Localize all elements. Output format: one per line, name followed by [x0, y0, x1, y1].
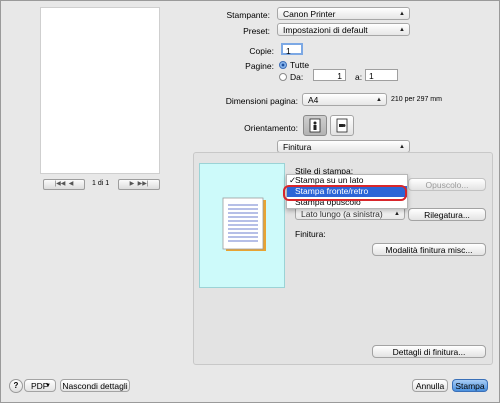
updown-arrows-icon: ▲: [399, 27, 405, 33]
finishing-mode-button[interactable]: Modalità finitura misc...: [372, 243, 486, 256]
updown-arrows-icon: ▲: [376, 97, 382, 103]
orientation-label: Orientamento:: [244, 123, 298, 133]
binding-value: Lato lungo (a sinistra): [301, 209, 383, 219]
printer-label: Stampante:: [226, 10, 270, 20]
print-button[interactable]: Stampa: [452, 379, 488, 392]
panel-value: Finitura: [283, 142, 312, 152]
copies-input[interactable]: 1: [281, 43, 303, 56]
binding-button[interactable]: Rilegatura...: [408, 208, 486, 221]
pages-all-label: Tutte: [290, 60, 310, 70]
chevron-down-icon: ▼: [45, 383, 51, 389]
pages-to-input[interactable]: 1: [365, 69, 398, 81]
landscape-icon: [336, 118, 348, 133]
paper-size-value: A4: [308, 95, 319, 105]
portrait-button[interactable]: [303, 115, 327, 136]
pages-label: Pagine:: [245, 61, 274, 71]
cancel-button[interactable]: Annulla: [412, 379, 448, 392]
updown-arrows-icon: ▲: [399, 11, 405, 17]
booklet-button[interactable]: Opuscolo...: [408, 178, 486, 191]
pages-to-label: a:: [355, 72, 363, 82]
portrait-icon: [309, 118, 321, 133]
pages-from-input[interactable]: 1: [313, 69, 346, 81]
document-stack-icon: [222, 197, 266, 251]
finishing-details-button[interactable]: Dettagli di finitura...: [372, 345, 486, 358]
first-previous-page-button[interactable]: |◀◀ ◀: [43, 179, 85, 190]
help-button[interactable]: ?: [9, 379, 23, 393]
landscape-button[interactable]: [330, 115, 354, 136]
page-indicator: 1 di 1: [92, 180, 110, 187]
paper-size-label: Dimensioni pagina:: [225, 96, 298, 106]
updown-arrows-icon: ▲: [394, 211, 400, 217]
page-preview: [40, 7, 160, 174]
menu-item-label: Stampa su un lato: [295, 175, 364, 185]
printer-select[interactable]: Canon Printer ▲: [277, 7, 410, 20]
hide-details-button[interactable]: Nascondi dettagli: [60, 379, 130, 392]
pdf-button[interactable]: PDF ▼: [24, 379, 56, 392]
next-last-page-button[interactable]: ▶ ▶▶|: [118, 179, 160, 190]
printer-value: Canon Printer: [283, 9, 336, 19]
preset-label: Preset:: [243, 26, 270, 36]
highlight-ring: [283, 185, 407, 201]
copies-label: Copie:: [249, 46, 274, 56]
pages-from-label: Da:: [290, 72, 304, 82]
finishing-label: Finitura:: [295, 229, 326, 239]
paper-size-select[interactable]: A4 ▲: [302, 93, 387, 106]
preset-value: Impostazioni di default: [283, 25, 368, 35]
paper-size-dimensions: 210 per 297 mm: [391, 96, 442, 103]
pages-all-radio[interactable]: [279, 61, 287, 69]
preset-select[interactable]: Impostazioni di default ▲: [277, 23, 410, 36]
pages-range-radio[interactable]: [279, 73, 287, 81]
finishing-preview: [199, 163, 285, 288]
